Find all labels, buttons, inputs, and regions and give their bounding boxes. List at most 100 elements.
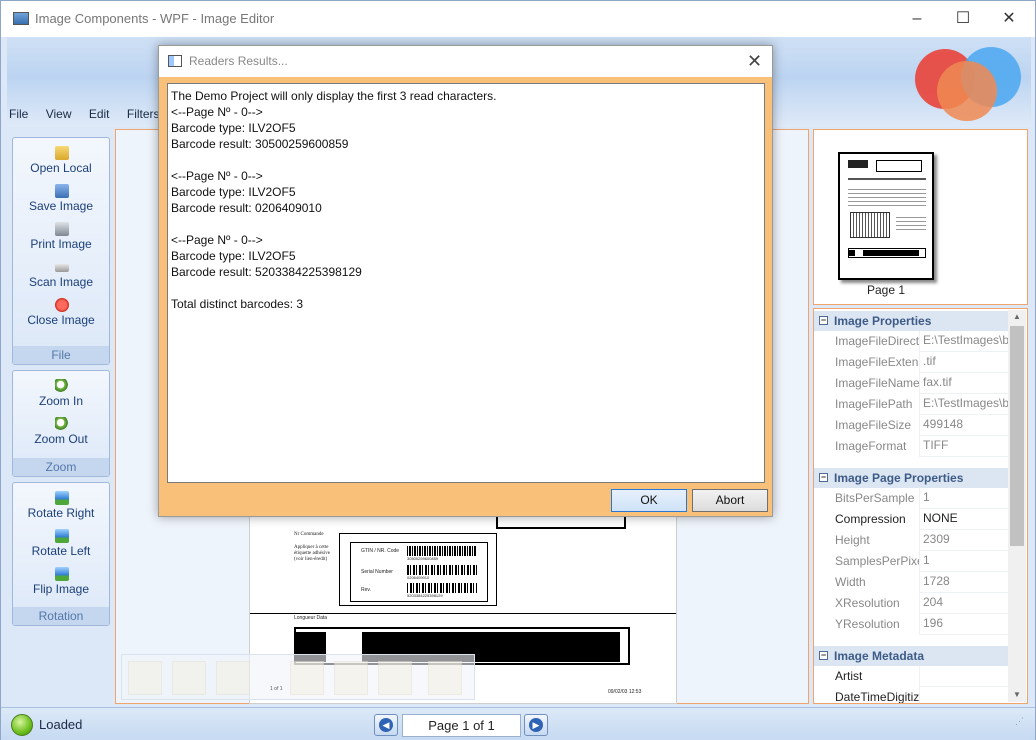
flip-image-icon: [55, 567, 69, 581]
doc-box-top: [496, 517, 626, 529]
page-thumbnail[interactable]: [838, 152, 934, 280]
menu-file[interactable]: File: [9, 107, 28, 121]
scrollbar-thumb[interactable]: [1010, 326, 1024, 546]
rotate-left-icon: [55, 529, 69, 543]
property-row[interactable]: Height 2309: [814, 530, 1012, 551]
scroll-down-icon[interactable]: ▼: [1008, 688, 1026, 702]
zoom-out-button[interactable]: Zoom Out: [13, 415, 109, 453]
thumb-mark-3: [848, 178, 926, 180]
zoom-group: Zoom In Zoom Out Zoom: [12, 370, 110, 477]
zoom-group-caption: Zoom: [13, 458, 109, 476]
results-text[interactable]: The Demo Project will only display the f…: [167, 83, 765, 483]
doc-separator: [250, 613, 676, 614]
thumb-icon-7[interactable]: [428, 661, 462, 695]
abort-button[interactable]: Abort: [692, 489, 768, 512]
brand-logo: [915, 47, 1021, 121]
image-metadata-header[interactable]: − Image Metadata: [814, 646, 1012, 666]
arrow-left-icon: ◀: [379, 718, 393, 732]
thumb-icon-1[interactable]: [128, 661, 162, 695]
ok-button[interactable]: OK: [611, 489, 687, 512]
previous-page-button[interactable]: ◀: [374, 714, 398, 736]
thumb-icon-5[interactable]: [334, 661, 368, 695]
property-row[interactable]: ImageFileSize 499148: [814, 415, 1012, 436]
thumb-icon-3[interactable]: [216, 661, 250, 695]
collapse-icon[interactable]: −: [819, 316, 828, 325]
menu-filters[interactable]: Filters: [127, 107, 160, 121]
file-group-caption: File: [13, 346, 109, 364]
scroll-up-icon[interactable]: ▲: [1008, 310, 1026, 324]
dialog-close-button[interactable]: ✕: [747, 51, 762, 72]
scanner-icon: [55, 264, 69, 272]
save-image-button[interactable]: Save Image: [13, 182, 109, 220]
resize-grip-icon[interactable]: ⋰: [1015, 716, 1027, 734]
barcode-1-text: 30500259600859: [407, 556, 439, 561]
property-row[interactable]: ImageFileExtension.tif: [814, 352, 1012, 373]
menu-bar: File View Edit Filters: [9, 107, 174, 125]
longueur-label: Longueur Data: [294, 615, 328, 621]
property-row[interactable]: SamplesPerPixel 1: [814, 551, 1012, 572]
readers-results-dialog: Readers Results... ✕ The Demo Project wi…: [158, 45, 773, 517]
window-title: Image Components - WPF - Image Editor: [35, 11, 275, 26]
file-group: Open Local Save Image Print Image Scan I…: [12, 137, 110, 365]
dialog-title: Readers Results...: [189, 54, 288, 68]
property-row[interactable]: BitsPerSample 1: [814, 488, 1012, 509]
property-row[interactable]: Width 1728: [814, 572, 1012, 593]
thumb-mark-2: [876, 160, 922, 172]
page-indicator[interactable]: Page 1 of 1: [402, 714, 521, 737]
property-row[interactable]: DateTimeDigitized: [814, 687, 1012, 703]
property-row[interactable]: ImageFilePath E:\TestImages\ba: [814, 394, 1012, 415]
app-window: Image Components - WPF - Image Editor – …: [0, 0, 1036, 740]
serial-label: Serial Number: [361, 569, 393, 575]
thumbnail-caption: Page 1: [866, 283, 906, 297]
collapse-icon[interactable]: −: [819, 473, 828, 482]
thumb-icon-2[interactable]: [172, 661, 206, 695]
zoom-in-icon: [55, 379, 69, 393]
property-row[interactable]: ImageFileDirectoryE:\TestImages\ba: [814, 331, 1012, 352]
property-grid: −Image Properties ImageFileDirectoryE:\T…: [813, 308, 1028, 704]
menu-view[interactable]: View: [46, 107, 72, 121]
collapse-icon[interactable]: −: [819, 651, 828, 660]
zoom-in-button[interactable]: Zoom In: [13, 377, 109, 415]
status-led-icon: [11, 714, 33, 736]
doc-date-stamp: 09/02/03 12:53: [608, 689, 642, 695]
dialog-title-bar: Readers Results... ✕: [159, 46, 772, 77]
page-thumbnail-strip: 1 of 1: [121, 654, 475, 700]
flip-image-button[interactable]: Flip Image: [13, 565, 109, 603]
thumb-page-stamp: 1 of 1: [270, 686, 283, 692]
rotation-group-caption: Rotation: [13, 607, 109, 625]
image-properties-header[interactable]: − Image Properties: [814, 311, 1012, 331]
menu-edit[interactable]: Edit: [89, 107, 110, 121]
thumb-mark-4: [848, 186, 926, 206]
page-properties-header[interactable]: − Image Page Properties: [814, 468, 1012, 488]
barcode-2-text: 0206409010: [407, 575, 430, 580]
property-scrollbar[interactable]: ▲ ▼: [1008, 310, 1026, 702]
property-row[interactable]: YResolution 196: [814, 614, 1012, 635]
minimize-button[interactable]: –: [894, 5, 940, 33]
close-image-button[interactable]: Close Image: [13, 296, 109, 334]
property-row[interactable]: Compression NONE: [814, 509, 1012, 530]
save-icon: [55, 184, 69, 198]
status-text: Loaded: [39, 717, 83, 732]
barcode-1: [407, 546, 477, 556]
zoom-out-icon: [55, 417, 69, 431]
property-row[interactable]: ImageFormat TIFF: [814, 436, 1012, 457]
folder-icon: [55, 146, 69, 160]
thumb-icon-6[interactable]: [378, 661, 412, 695]
next-page-button[interactable]: ▶: [524, 714, 548, 736]
open-local-button[interactable]: Open Local: [13, 144, 109, 182]
thumb-icon-4[interactable]: [290, 661, 324, 695]
status-bar: Loaded ◀ Page 1 of 1 ▶ ⋰: [1, 707, 1035, 740]
scan-image-button[interactable]: Scan Image: [13, 258, 109, 296]
print-image-button[interactable]: Print Image: [13, 220, 109, 258]
maximize-button[interactable]: ☐: [940, 5, 986, 33]
close-button[interactable]: ✕: [986, 5, 1032, 33]
barcode-inner-box: GTIN / NR. Code Serial Number Rev. 30500…: [350, 542, 488, 602]
thumb-mark-1: [848, 160, 868, 168]
rotate-right-button[interactable]: Rotate Right: [13, 489, 109, 527]
rotate-right-icon: [55, 491, 69, 505]
property-row[interactable]: XResolution 204: [814, 593, 1012, 614]
rotate-left-button[interactable]: Rotate Left: [13, 527, 109, 565]
property-row[interactable]: Artist: [814, 666, 1012, 687]
app-icon: [13, 12, 29, 25]
property-row[interactable]: ImageFileName fax.tif: [814, 373, 1012, 394]
